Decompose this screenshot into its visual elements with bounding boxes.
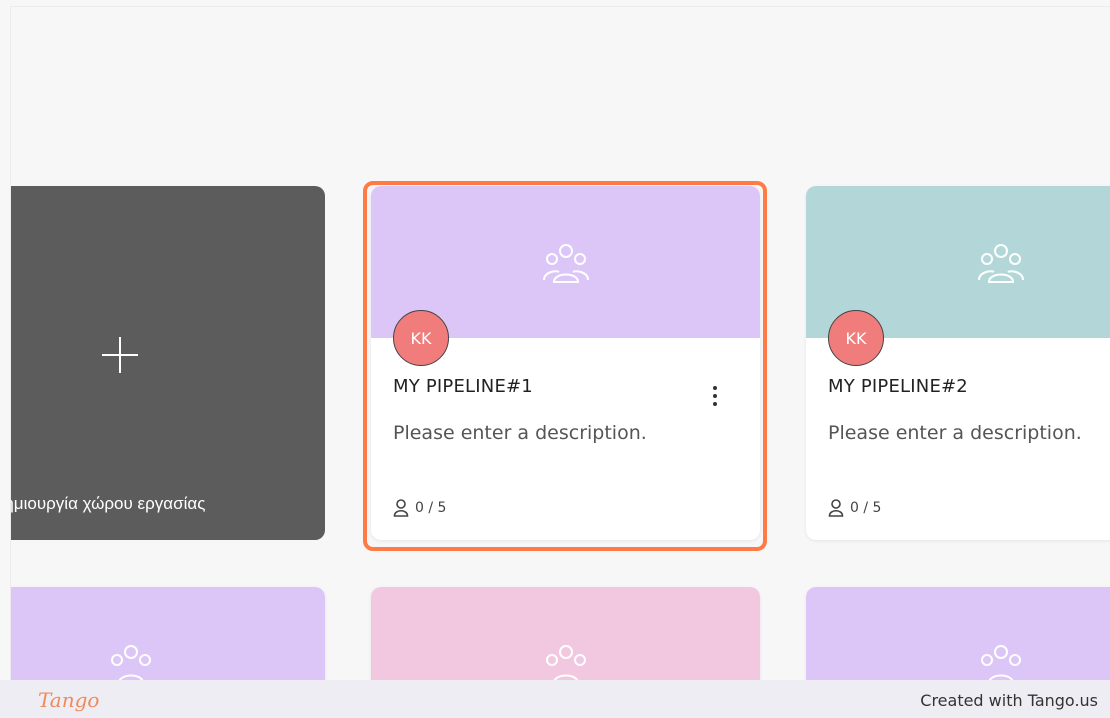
workspace-area: Δημιουργία χώρου εργασίας KK MY PIPELINE…	[10, 6, 1110, 681]
card-banner	[806, 587, 1110, 681]
member-count: 0 / 5	[828, 499, 881, 517]
avatar: KK	[828, 310, 884, 366]
workspace-card[interactable]	[11, 587, 325, 681]
card-description: Please enter a description.	[393, 422, 647, 444]
team-icon	[981, 645, 1021, 681]
avatar: KK	[393, 310, 449, 366]
plus-icon	[102, 337, 138, 373]
workspace-card[interactable]	[371, 587, 760, 681]
card-description: Please enter a description.	[828, 422, 1082, 444]
member-count: 0 / 5	[393, 499, 446, 517]
user-icon	[393, 499, 409, 517]
user-icon	[828, 499, 844, 517]
team-icon	[978, 244, 1024, 283]
card-title: MY PIPELINE#1	[393, 376, 533, 397]
team-icon	[542, 244, 589, 283]
tango-logo[interactable]: Tango	[38, 688, 99, 712]
workspace-card-pipeline-1[interactable]: KK MY PIPELINE#1 Please enter a descript…	[371, 186, 760, 540]
member-count-text: 0 / 5	[415, 500, 447, 516]
team-icon	[111, 645, 151, 681]
create-workspace-label: Δημιουργία χώρου εργασίας	[10, 494, 206, 513]
team-icon	[545, 645, 586, 681]
footer-bar: Tango Created with Tango.us	[0, 680, 1110, 718]
member-count-text: 0 / 5	[850, 500, 882, 516]
card-banner	[11, 587, 325, 681]
workspace-card-pipeline-2[interactable]: KK MY PIPELINE#2 Please enter a descript…	[806, 186, 1110, 540]
create-workspace-card[interactable]: Δημιουργία χώρου εργασίας	[10, 186, 325, 540]
workspace-card[interactable]	[806, 587, 1110, 681]
card-title: MY PIPELINE#2	[828, 376, 968, 397]
footer-credit: Created with Tango.us	[920, 691, 1098, 710]
more-options-icon[interactable]	[712, 386, 718, 406]
